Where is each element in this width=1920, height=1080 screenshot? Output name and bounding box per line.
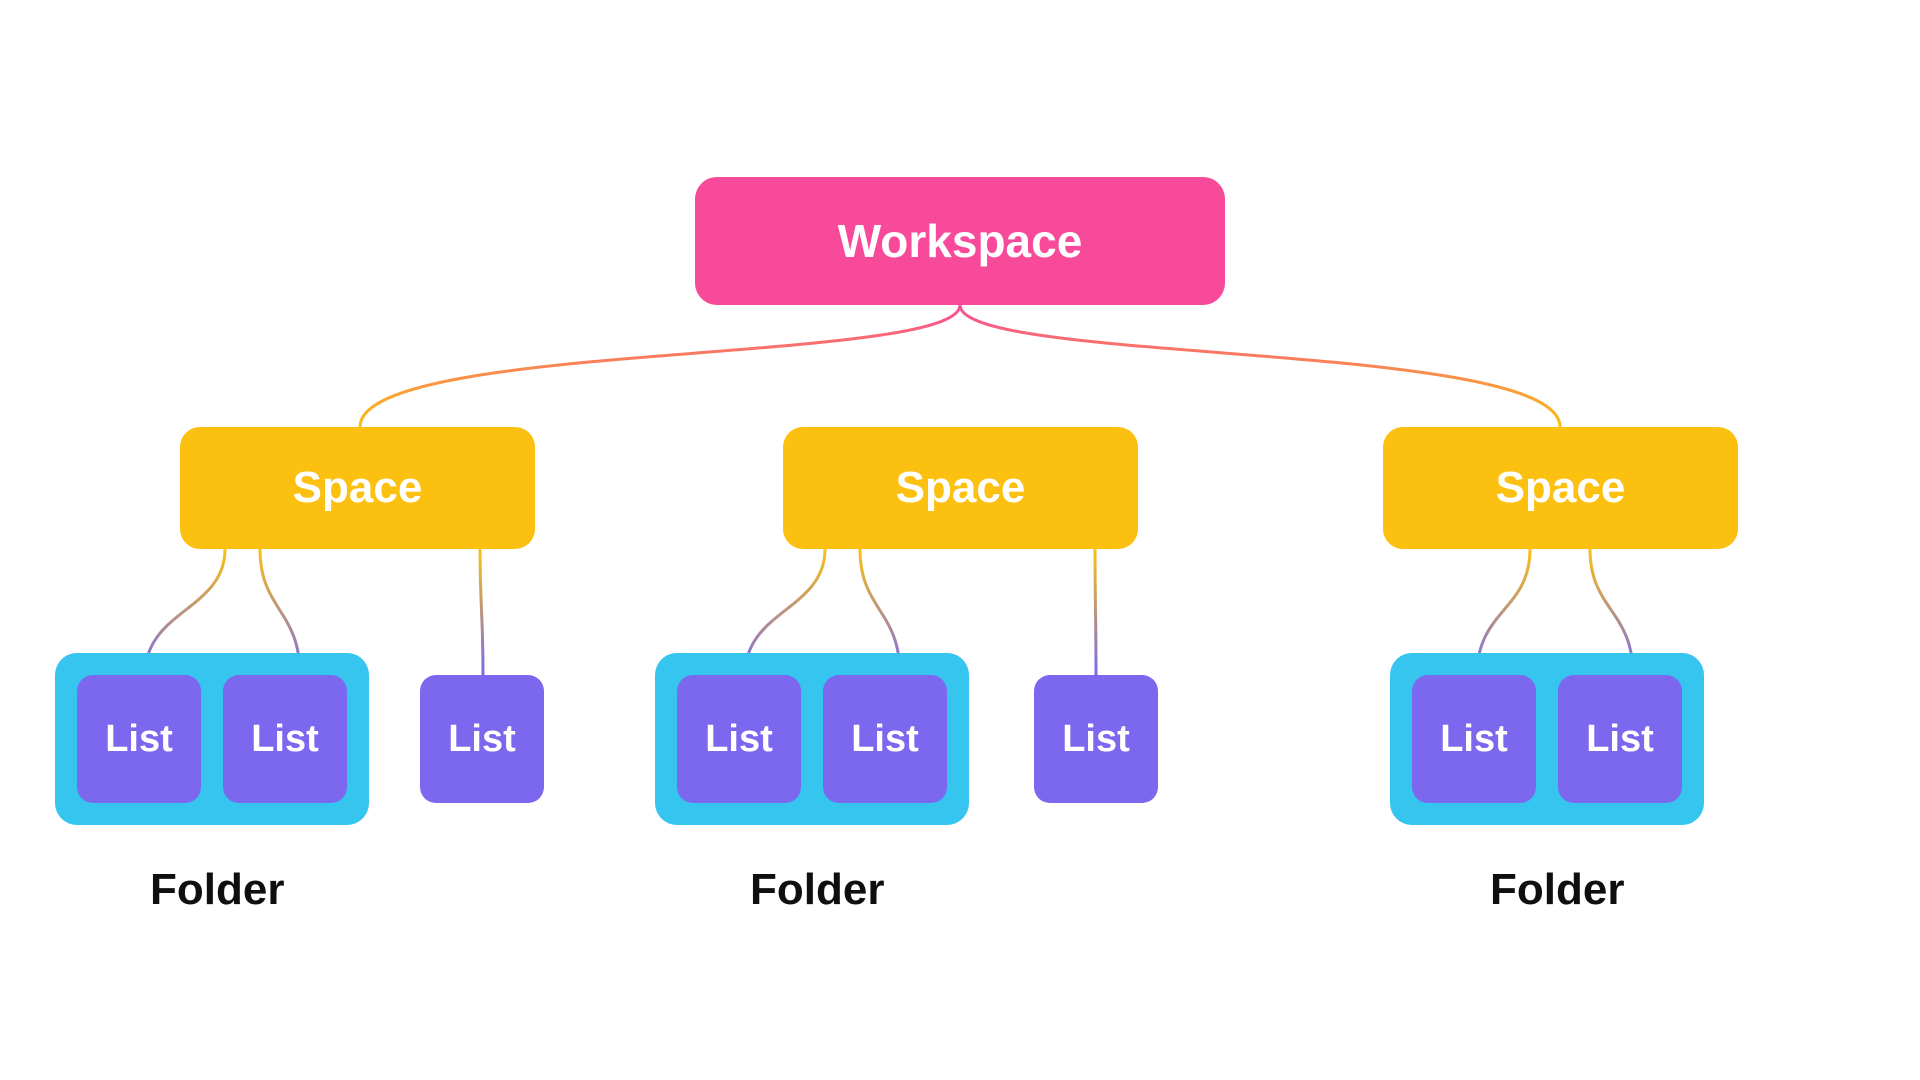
workspace-node: Workspace (695, 177, 1225, 305)
list-node: List (823, 675, 947, 803)
folder-label: Folder (750, 865, 884, 915)
workspace-label: Workspace (838, 214, 1083, 268)
list-label: List (448, 718, 516, 761)
folder-label: Folder (150, 865, 284, 915)
space-node-1: Space (180, 427, 535, 549)
list-node-loose: List (420, 675, 544, 803)
folder-node-3: List List (1390, 653, 1704, 825)
list-label: List (1062, 718, 1130, 761)
folder-node-2: List List (655, 653, 969, 825)
space-label: Space (896, 463, 1026, 513)
list-label: List (251, 718, 319, 761)
list-label: List (1586, 718, 1654, 761)
list-node: List (223, 675, 347, 803)
folder-node-1: List List (55, 653, 369, 825)
list-label: List (705, 718, 773, 761)
list-node-loose: List (1034, 675, 1158, 803)
space-node-2: Space (783, 427, 1138, 549)
folder-label: Folder (1490, 865, 1624, 915)
list-node: List (1558, 675, 1682, 803)
list-label: List (1440, 718, 1508, 761)
diagram-stage: Workspace Space Space Space List List Li… (0, 0, 1920, 1080)
list-label: List (851, 718, 919, 761)
space-label: Space (293, 463, 423, 513)
list-node: List (677, 675, 801, 803)
space-node-3: Space (1383, 427, 1738, 549)
space-label: Space (1496, 463, 1626, 513)
list-node: List (77, 675, 201, 803)
list-label: List (105, 718, 173, 761)
list-node: List (1412, 675, 1536, 803)
